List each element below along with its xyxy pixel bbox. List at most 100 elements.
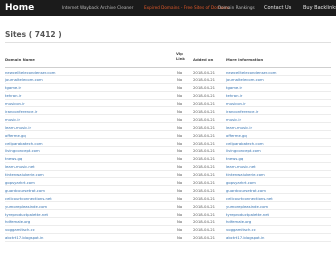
domain-link[interactable]: voggamitsch.cc [5,227,35,232]
vip-link-value: No [177,195,183,201]
more-info-link[interactable]: journaltelecom.com [226,77,264,82]
more-info-link[interactable]: cellparabatech.com [226,141,264,146]
more-info-link[interactable]: cellcourtconnections.net [226,196,273,201]
added-on-date: 2018-04-21 [193,69,216,75]
vip-link-value: No [177,187,183,193]
vip-link-value: No [177,101,183,107]
domain-link[interactable]: iranconference.ir [5,109,37,114]
more-info-link[interactable]: offerme.gq [226,133,247,138]
more-info-link[interactable]: musicon.ir [226,101,246,106]
domain-link[interactable]: tintenwaiukerie.com [5,172,44,177]
more-info-link[interactable]: hdfemale.org [226,219,251,224]
page-title: Sites ( 7412 ) [5,30,62,39]
table-row: cellcourtconnections.net No 2018-04-21 cell… [5,194,331,203]
domain-link[interactable]: tehran.ir [5,93,21,98]
domain-link[interactable]: tgame.ir [5,85,21,90]
more-info-link[interactable]: music.ir [226,117,241,122]
top-navbar: Home Internet Wayback Archive Cleaner Ex… [0,0,336,16]
added-on-date: 2018-04-21 [193,179,216,185]
more-info-link[interactable]: learn-music.ir [226,125,252,130]
more-info-link[interactable]: yumorepleasinde.com [226,204,268,209]
more-info-link[interactable]: gopsyarkrt.com [226,180,256,185]
more-info-link[interactable]: tgame.ir [226,85,242,90]
more-info-link[interactable]: abctrt17.blogspot.in [226,235,264,240]
added-on-date: 2018-04-21 [193,187,216,193]
more-info-link[interactable]: tintenwaiukerie.com [226,172,265,177]
added-on-date: 2018-04-21 [193,156,216,162]
added-on-date: 2018-04-21 [193,85,216,91]
added-on-date: 2018-04-21 [193,93,216,99]
more-info-link[interactable]: tehran.ir [226,93,242,98]
table-row: cellparabatech.com No 2018-04-21 cellparaba… [5,139,331,147]
vip-link-value: No [177,69,183,75]
domain-link[interactable]: journaltelecom.com [5,77,43,82]
table-row: abctrt17.blogspot.in No 2018-04-21 abctrt17… [5,234,331,242]
table-row: guardcoursetrat.com No 2018-04-21 guardcour… [5,186,331,195]
vip-link-value: No [177,219,183,225]
added-on-date: 2018-04-21 [193,227,216,233]
vip-link-value: No [177,93,183,99]
domain-link[interactable]: newcelltelecondenser.com [5,70,55,75]
nav-wayback-cleaner-link[interactable]: Internet Wayback Archive Cleaner [56,0,142,16]
nav-contact-us-link[interactable]: Contact Us [262,0,297,16]
vip-link-value: No [177,132,183,138]
vip-link-value: No [177,179,183,185]
added-on-date: 2018-04-21 [193,172,216,178]
domain-link[interactable]: hdfemale.org [5,219,30,224]
added-on-date: 2018-04-21 [193,148,216,154]
more-info-link[interactable]: livingconcept.com [226,148,261,153]
added-on-date: 2018-04-21 [193,116,216,122]
vip-link-value: No [177,227,183,233]
domain-link[interactable]: tyreproductpalette.net [5,212,48,217]
nav-links: Internet Wayback Archive Cleaner Expired… [56,0,336,16]
more-info-link[interactable]: newcelltelecondenser.com [226,70,276,75]
vip-link-value: No [177,235,183,241]
table-row: tgame.ir No 2018-04-21 tgame.ir [5,84,331,92]
domain-link[interactable]: music.ir [5,117,20,122]
domain-link[interactable]: gopsyarkrt.com [5,180,35,185]
domain-link[interactable]: learn-music.net [5,164,35,169]
added-on-date: 2018-04-21 [193,140,216,146]
nav-domain-rankings-link[interactable]: Domain Rankings [212,0,262,16]
more-info-link[interactable]: iranconference.ir [226,109,258,114]
domain-link[interactable]: cellcourtconnections.net [5,196,52,201]
table-row: hdfemale.org No 2018-04-21 hdfemale.org [5,218,331,226]
table-row: tintenwaiukerie.com No 2018-04-21 tintenwai… [5,171,331,179]
vip-link-value: No [177,164,183,170]
domain-link[interactable]: abctrt17.blogspot.in [5,235,43,240]
header-domain-name: Domain Name [5,57,35,62]
added-on-date: 2018-04-21 [193,164,216,170]
more-info-link[interactable]: learn-music.net [226,164,256,169]
table-row: journaltelecom.com No 2018-04-21 journaltel… [5,76,331,84]
added-on-date: 2018-04-21 [193,132,216,138]
sites-table: Domain Name Vip Link Added on More infor… [5,44,331,242]
domain-link[interactable]: guardcoursetrat.com [5,188,45,193]
vip-link-value: No [177,211,183,217]
domain-link[interactable]: musicon.ir [5,101,25,106]
home-link[interactable]: Home [5,3,34,13]
divider [5,42,331,43]
added-on-date: 2018-04-21 [193,211,216,217]
header-vip-link: Vip Link [176,51,185,61]
more-info-link[interactable]: voggamitsch.cc [226,227,256,232]
domain-link[interactable]: learn-music.ir [5,125,31,130]
added-on-date: 2018-04-21 [193,77,216,83]
more-info-link[interactable]: tnews.gq [226,156,243,161]
nav-expired-domains-link[interactable]: Expired Domains - Free Sites of Domains [142,0,229,16]
more-info-link[interactable]: tyreproductpalette.net [226,212,269,217]
vip-link-value: No [177,124,183,130]
domain-link[interactable]: yumorepleasinde.com [5,204,47,209]
table-row: learn-music.ir No 2018-04-21 learn-music.ir [5,123,331,132]
nav-buy-backlinks-link[interactable]: Buy Backlinks [297,0,336,16]
table-row: tyreproductpalette.net No 2018-04-21 tyrepr… [5,210,331,218]
vip-link-value: No [177,116,183,122]
domain-link[interactable]: tnews.gq [5,156,22,161]
domain-link[interactable]: livingconcept.com [5,148,40,153]
domain-link[interactable]: cellparabatech.com [5,141,43,146]
added-on-date: 2018-04-21 [193,108,216,114]
table-body: newcelltelecondenser.com No 2018-04-21 newc… [5,68,331,242]
vip-link-value: No [177,203,183,209]
more-info-link[interactable]: guardcoursetrat.com [226,188,266,193]
table-row: learn-music.net No 2018-04-21 learn-music.n… [5,163,331,171]
domain-link[interactable]: offerme.gq [5,133,26,138]
